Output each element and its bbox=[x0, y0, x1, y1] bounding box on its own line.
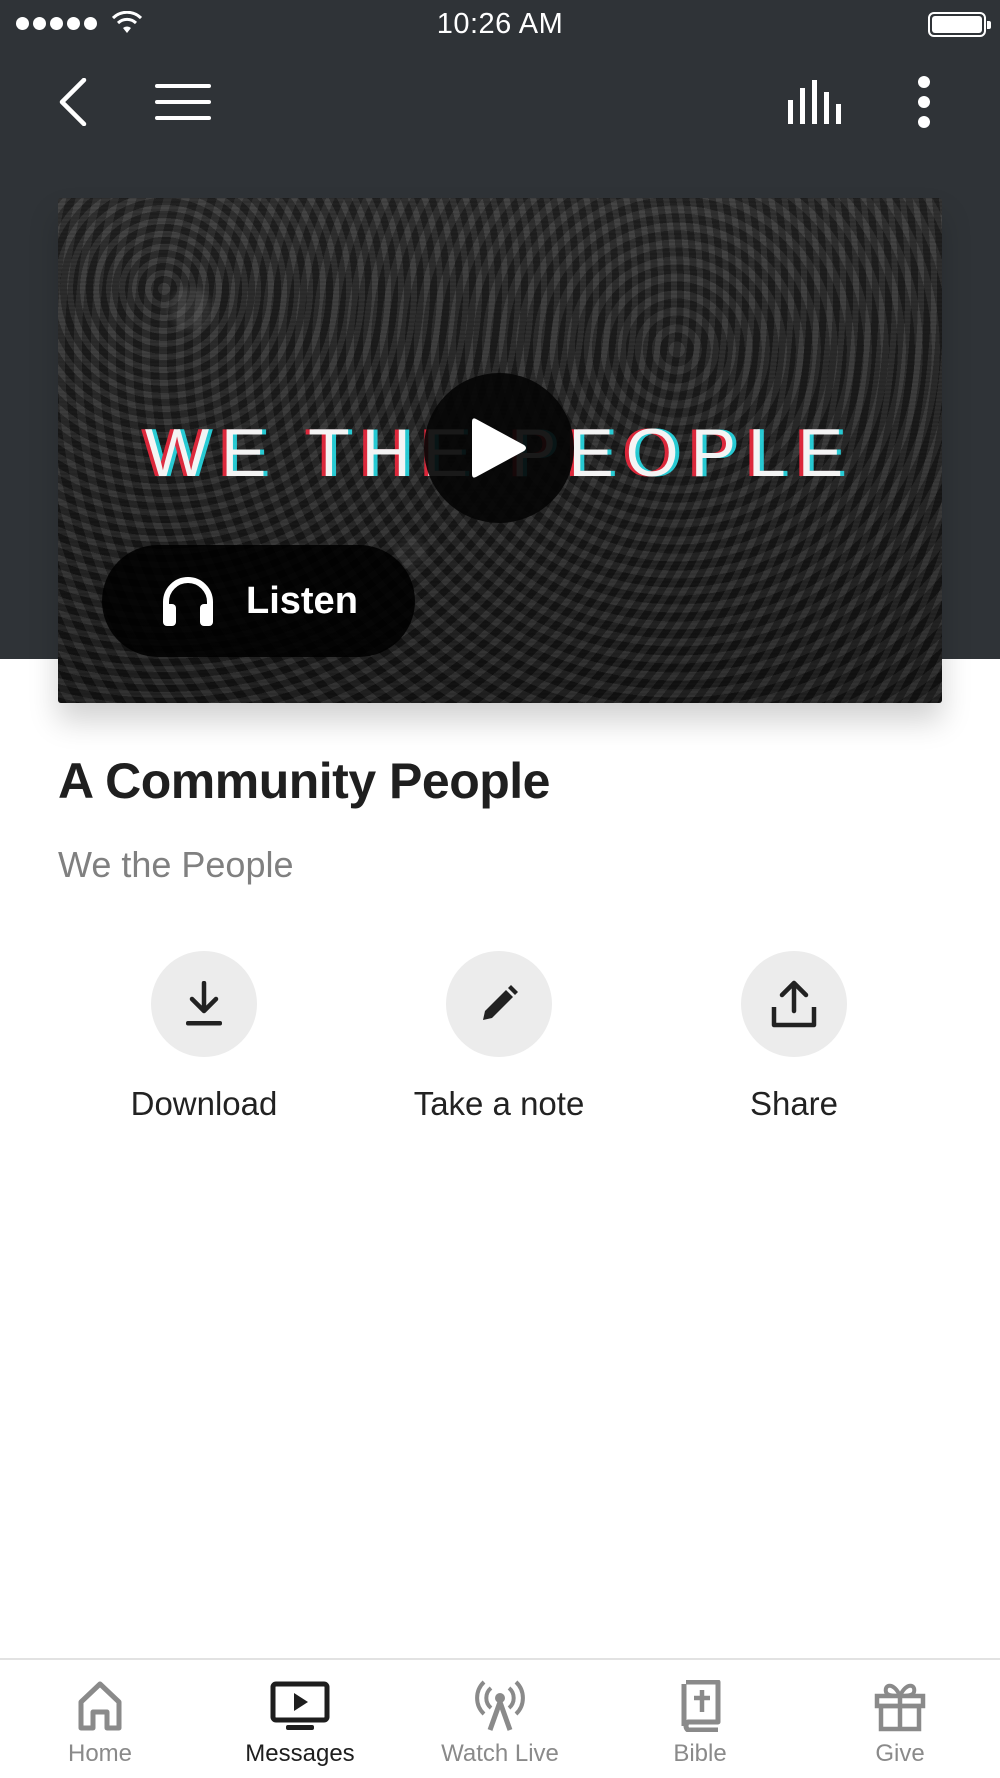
take-note-circle bbox=[446, 951, 552, 1057]
series-title: We the People bbox=[58, 844, 294, 885]
home-icon bbox=[78, 1681, 122, 1731]
tab-watch-live-label: Watch Live bbox=[441, 1740, 559, 1767]
tab-give-label: Give bbox=[875, 1740, 925, 1767]
tab-messages[interactable]: Messages bbox=[220, 1680, 380, 1768]
download-label: Download bbox=[130, 1085, 278, 1122]
hamburger-menu-icon bbox=[155, 84, 211, 120]
messages-tv-icon bbox=[270, 1681, 330, 1730]
battery-icon bbox=[928, 12, 991, 37]
more-options-button[interactable] bbox=[896, 70, 952, 134]
share-circle bbox=[741, 951, 847, 1057]
audio-button[interactable] bbox=[784, 70, 848, 134]
listen-button[interactable]: Listen bbox=[102, 545, 415, 657]
tab-messages-label: Messages bbox=[245, 1740, 355, 1767]
listen-label: Listen bbox=[246, 579, 358, 622]
status-bar: 10:26 AM bbox=[0, 0, 1000, 50]
take-note-button[interactable]: Take a note bbox=[369, 951, 629, 1123]
share-icon bbox=[771, 980, 817, 1028]
tab-bible-label: Bible bbox=[673, 1740, 727, 1767]
download-circle bbox=[151, 951, 257, 1057]
bottom-tab-bar: Home Messages Watch Live Bible Give bbox=[0, 1658, 1000, 1778]
download-icon bbox=[186, 981, 222, 1026]
broadcast-antenna-icon bbox=[475, 1680, 525, 1731]
play-button[interactable] bbox=[424, 373, 574, 523]
back-chevron-icon bbox=[59, 78, 87, 126]
share-button[interactable]: Share bbox=[664, 951, 924, 1123]
pencil-icon bbox=[483, 985, 518, 1020]
more-vertical-icon bbox=[918, 76, 930, 128]
back-button[interactable] bbox=[48, 70, 98, 134]
headphones-icon bbox=[163, 577, 213, 626]
menu-button[interactable] bbox=[150, 70, 216, 134]
gift-icon bbox=[874, 1683, 926, 1732]
play-icon bbox=[472, 418, 526, 478]
status-time: 10:26 AM bbox=[436, 8, 564, 40]
audio-levels-icon bbox=[788, 80, 841, 124]
download-button[interactable]: Download bbox=[74, 951, 334, 1123]
tab-give[interactable]: Give bbox=[820, 1680, 980, 1768]
share-label: Share bbox=[749, 1085, 839, 1122]
tab-bible[interactable]: Bible bbox=[620, 1680, 780, 1768]
tab-home-label: Home bbox=[67, 1740, 133, 1767]
tab-watch-live[interactable]: Watch Live bbox=[420, 1680, 580, 1768]
bible-icon bbox=[681, 1680, 721, 1732]
tab-home[interactable]: Home bbox=[20, 1680, 180, 1768]
message-artwork: WE THE PEOPLE Listen bbox=[58, 198, 942, 703]
message-title: A Community People bbox=[58, 753, 550, 809]
take-note-label: Take a note bbox=[413, 1085, 585, 1122]
